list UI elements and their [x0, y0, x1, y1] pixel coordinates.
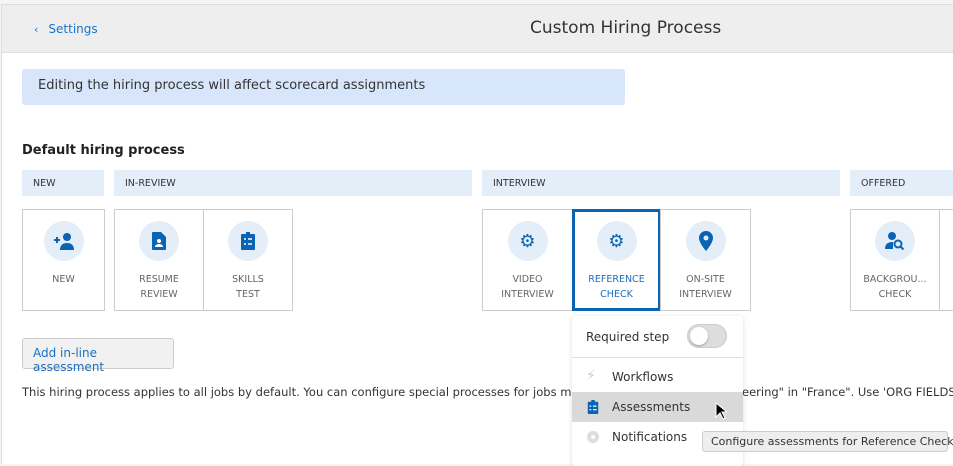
step-on-site-interview[interactable]: ON-SITE INTERVIEW: [660, 209, 751, 311]
description-text: This hiring process applies to all jobs …: [22, 385, 590, 399]
step-new[interactable]: NEW: [22, 209, 105, 311]
menu-item-label: Notifications: [612, 430, 688, 444]
step-label: VIDEO INTERVIEW: [501, 274, 554, 300]
stage-interview: INTERVIEW: [482, 170, 840, 196]
step-next[interactable]: [939, 209, 953, 311]
required-step-label: Required step: [586, 330, 670, 344]
back-link-settings[interactable]: ‹ Settings: [34, 22, 98, 36]
step-label: REFERENCE CHECK: [588, 274, 645, 300]
lightning-icon: ⚡: [586, 368, 596, 384]
mouse-cursor-icon: [715, 402, 727, 420]
gear-icon: ⚙: [608, 230, 625, 252]
location-pin-icon: [698, 231, 713, 251]
step-background-check[interactable]: BACKGROU... CHECK: [850, 209, 940, 311]
stage-offered: OFFERED: [850, 170, 953, 196]
step-video-interview[interactable]: ⚙ VIDEO INTERVIEW: [482, 209, 573, 311]
menu-item-workflows[interactable]: ⚡ Workflows: [572, 362, 743, 392]
step-label: ON-SITE INTERVIEW: [679, 274, 732, 300]
step-label: RESUME REVIEW: [139, 274, 179, 300]
page-title: Custom Hiring Process: [530, 18, 722, 38]
description-text-end: eering" in "France". Use 'ORG FIELDS' t: [742, 385, 953, 399]
step-label: NEW: [52, 274, 75, 285]
required-step-toggle[interactable]: [687, 324, 727, 348]
resume-icon: [152, 232, 166, 250]
step-label: SKILLS TEST: [232, 274, 264, 300]
menu-item-label: Assessments: [612, 400, 691, 414]
menu-item-label: Workflows: [612, 370, 674, 384]
notification-dot-icon: [587, 431, 599, 443]
clipboard-list-icon: [241, 232, 255, 250]
clipboard-list-icon: [587, 400, 599, 414]
section-title: Default hiring process: [22, 143, 185, 158]
step-resume-review[interactable]: RESUME REVIEW: [114, 209, 204, 311]
chevron-left-icon: ‹: [34, 23, 39, 36]
back-label: Settings: [48, 22, 98, 36]
add-inline-assessment-button[interactable]: Add in-line assessment: [22, 338, 174, 374]
stage-new: NEW: [22, 170, 104, 196]
gear-icon: ⚙: [519, 230, 536, 252]
person-add-icon: [53, 233, 74, 250]
step-reference-check[interactable]: ⚙ REFERENCE CHECK: [572, 209, 661, 311]
person-search-icon: [885, 232, 905, 250]
required-step-row: Required step: [572, 316, 743, 358]
tooltip: Configure assessments for Reference Chec…: [702, 431, 953, 452]
stage-in-review: IN-REVIEW: [114, 170, 472, 196]
info-banner: Editing the hiring process will affect s…: [22, 69, 625, 105]
page: ‹ Settings Custom Hiring Process Editing …: [1, 4, 953, 466]
header: ‹ Settings Custom Hiring Process: [2, 5, 953, 53]
step-skills-test[interactable]: SKILLS TEST: [203, 209, 293, 311]
step-label: BACKGROU... CHECK: [863, 274, 927, 300]
